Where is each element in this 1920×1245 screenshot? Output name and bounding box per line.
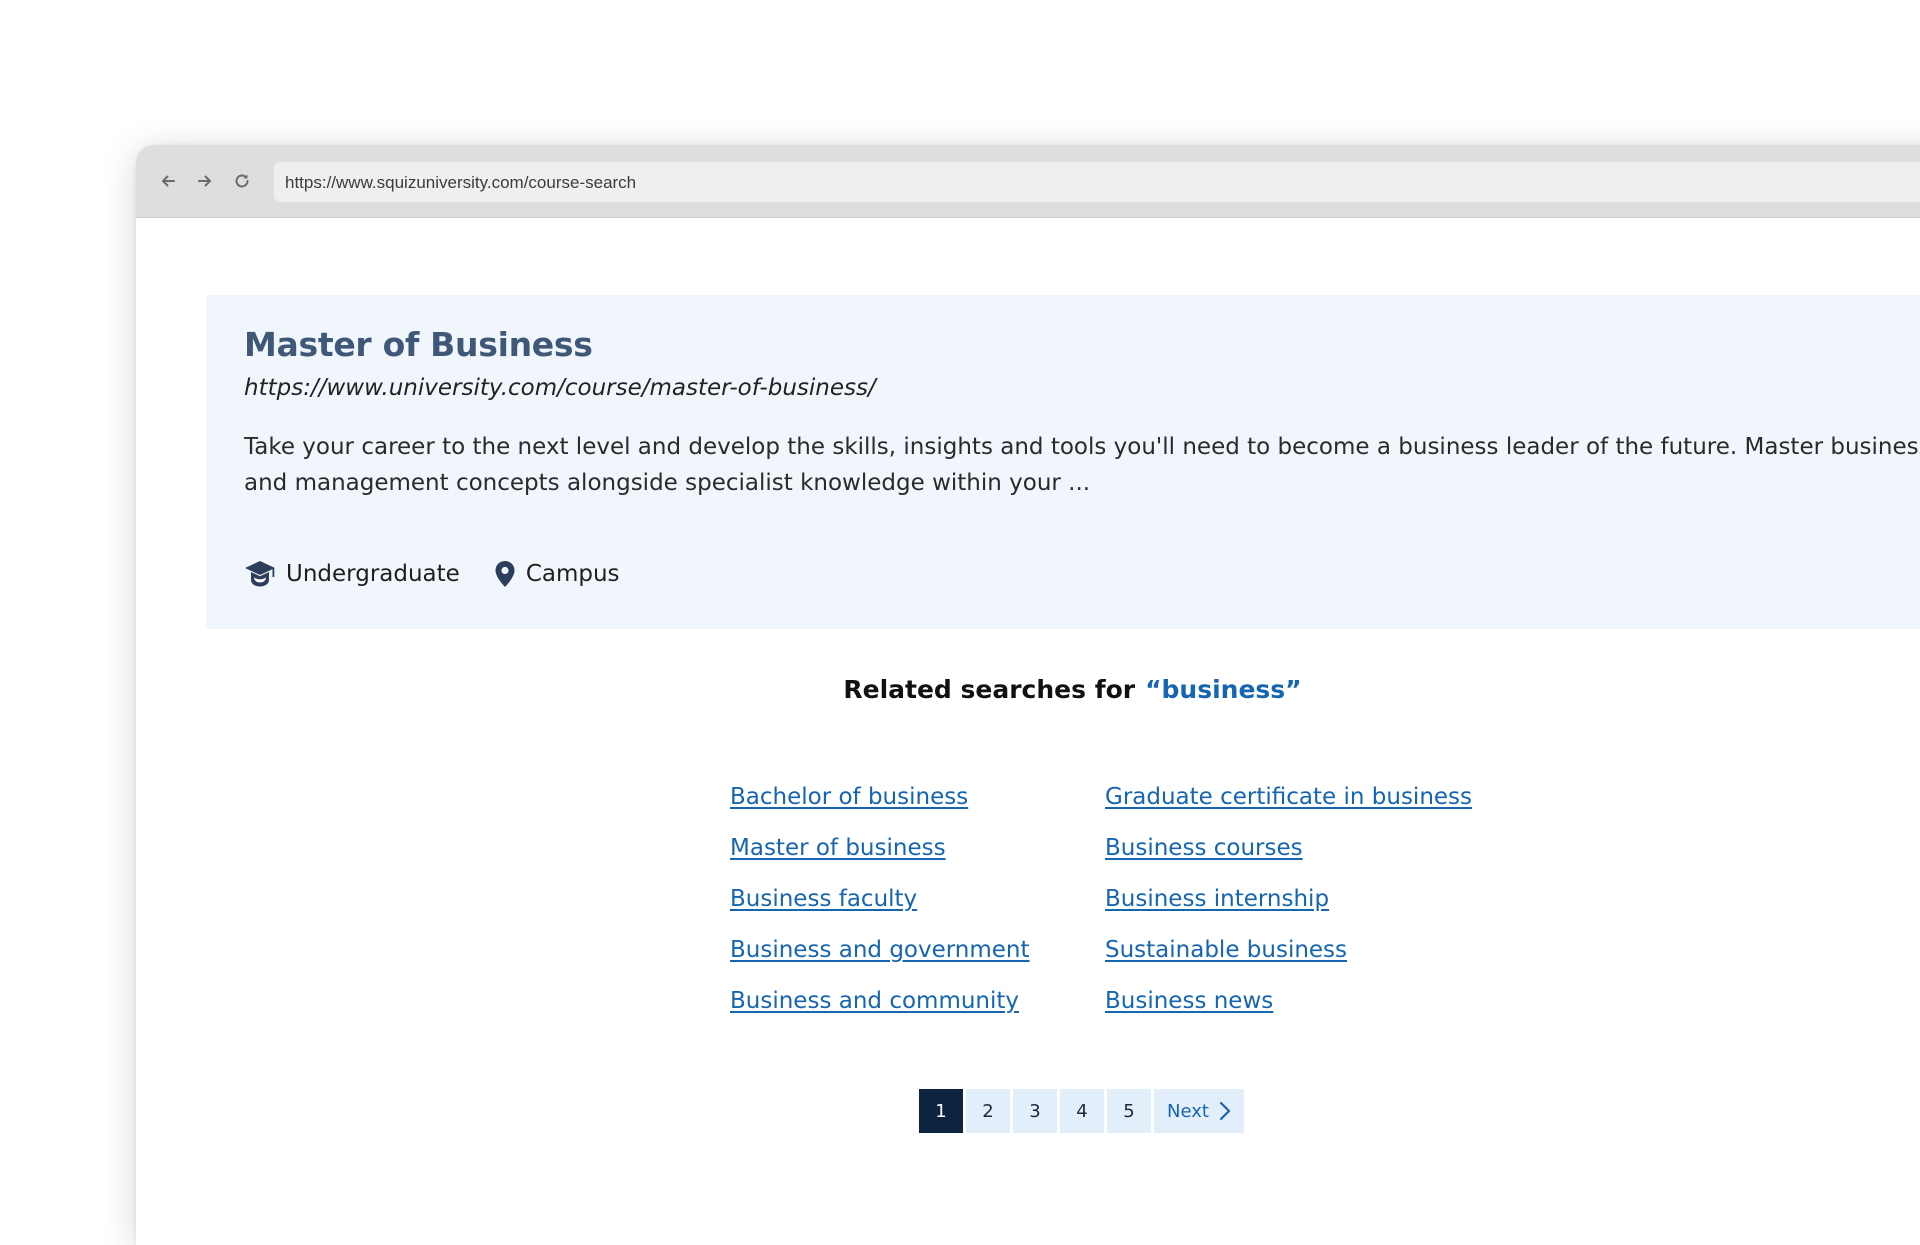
page-button-3[interactable]: 3 [1013,1089,1057,1133]
back-arrow-icon[interactable] [154,167,182,195]
chevron-right-icon [1219,1101,1231,1121]
address-bar-url: https://www.squizuniversity.com/course-s… [285,173,637,192]
related-link[interactable]: Bachelor of business [730,783,1030,834]
related-links-left: Bachelor of business Master of business … [730,783,1030,1038]
related-link[interactable]: Business courses [1105,834,1472,885]
study-level-label: Undergraduate [286,561,460,587]
page-button-1[interactable]: 1 [919,1089,963,1133]
page-button-5[interactable]: 5 [1107,1089,1151,1133]
study-level: Undergraduate [244,559,460,589]
forward-arrow-icon[interactable] [191,167,219,195]
search-result-card: Master of Business https://www.universit… [206,295,1920,629]
result-url: https://www.university.com/course/master… [244,375,876,401]
study-location-label: Campus [525,561,620,587]
related-search-term: “business” [1145,675,1302,704]
pagination: 1 2 3 4 5 Next [919,1089,1244,1133]
next-page-label: Next [1167,1100,1209,1122]
related-link[interactable]: Graduate certificate in business [1105,783,1472,834]
address-bar[interactable]: https://www.squizuniversity.com/course-s… [273,161,1920,203]
reload-icon[interactable] [228,167,256,195]
result-description: Take your career to the next level and d… [244,434,1920,496]
related-link[interactable]: Business internship [1105,885,1472,936]
study-location: Campus [494,560,620,588]
related-link[interactable]: Business and government [730,936,1030,987]
browser-toolbar: https://www.squizuniversity.com/course-s… [136,145,1920,218]
next-page-button[interactable]: Next [1154,1089,1244,1133]
graduation-cap-icon [245,561,275,587]
map-pin-icon [495,561,515,587]
related-link[interactable]: Sustainable business [1105,936,1472,987]
related-searches-heading: Related searches for “business” [136,675,1920,704]
page-button-2[interactable]: 2 [966,1089,1010,1133]
result-title[interactable]: Master of Business [244,325,593,364]
related-link[interactable]: Business faculty [730,885,1030,936]
related-heading-text: Related searches for [843,675,1136,704]
page-button-4[interactable]: 4 [1060,1089,1104,1133]
result-meta: Undergraduate Campus [244,559,654,589]
related-link[interactable]: Business news [1105,987,1472,1038]
related-links-right: Graduate certificate in business Busines… [1105,783,1472,1038]
related-link[interactable]: Business and community [730,987,1030,1038]
browser-window: https://www.squizuniversity.com/course-s… [136,145,1920,1245]
related-link[interactable]: Master of business [730,834,1030,885]
